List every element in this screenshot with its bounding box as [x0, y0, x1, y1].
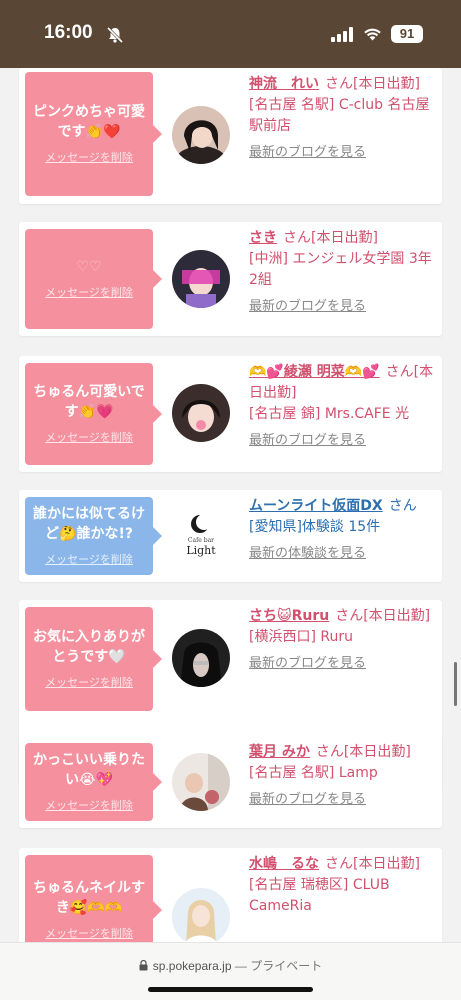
browser-bottom-bar: sp.pokepara.jp — プライベート [0, 942, 461, 1000]
status-time: 16:00 [44, 22, 93, 43]
message-text: ♡♡ [76, 258, 102, 275]
home-indicator [148, 987, 313, 992]
avatar[interactable] [172, 106, 230, 164]
message-bubble: ちゅるん可愛いです👏💗 メッセージを削除 [25, 363, 162, 465]
scrollbar[interactable] [454, 662, 457, 706]
avatar[interactable] [172, 888, 230, 946]
list-item: ちゅるん可愛いです👏💗 メッセージを削除 🫶💕綾瀬 明菜🫶💕 さん[本日出勤] [… [19, 356, 442, 472]
delete-message-link[interactable]: メッセージを削除 [45, 552, 133, 568]
latest-review-link[interactable]: 最新の体験談を見る [249, 544, 435, 564]
avatar[interactable] [172, 384, 230, 442]
avatar[interactable]: Cafe bar Light [172, 506, 230, 564]
shop-location: [中洲] エンジェル女学園 3年2組 [249, 251, 432, 288]
message-text: ちゅるん可愛いです👏💗 [33, 383, 145, 421]
latest-blog-link[interactable]: 最新のブログを見る [249, 654, 435, 674]
bell-muted-icon [106, 26, 124, 44]
avatar[interactable] [172, 629, 230, 687]
status-bar: 16:00 91 [0, 0, 461, 68]
delete-message-link[interactable]: メッセージを削除 [45, 150, 133, 166]
latest-blog-link[interactable]: 最新のブログを見る [249, 790, 435, 810]
girl-name-link[interactable]: 神流 れい [249, 76, 319, 92]
message-text: 誰かには似てるけど🤔誰かな!? [33, 505, 145, 543]
message-text: ピンクめちゃ可愛です👏❤️ [33, 103, 145, 141]
list-item: ♡♡ メッセージを削除 さき さん[本日出勤] [中洲] エンジェル女学園 3年2… [19, 222, 442, 336]
delete-message-link[interactable]: メッセージを削除 [45, 675, 133, 691]
girl-info: 神流 れい さん[本日出勤] [名古屋 名駅] C-club 名古屋駅前店 最新の… [249, 74, 435, 163]
latest-blog-link[interactable]: 最新のブログを見る [249, 143, 435, 163]
wifi-icon [364, 28, 381, 41]
user-name-link[interactable]: ムーンライト仮面DX [249, 498, 383, 514]
latest-blog-link[interactable]: 最新のブログを見る [249, 297, 435, 317]
shop-location: [名古屋 錦] Mrs.CAFE 光 [249, 406, 410, 422]
shop-location: [名古屋 瑞穂区] CLUB CameRia [249, 877, 390, 914]
avatar-logo-text: Light [186, 544, 216, 557]
private-mode-label: — プライベート [234, 959, 323, 973]
message-bubble: お気に入りありがとうです🤍 メッセージを削除 [25, 607, 162, 711]
list-item: ピンクめちゃ可愛です👏❤️ メッセージを削除 神流 れい さん[本日出勤] [名古… [19, 68, 442, 204]
signal-icon [331, 27, 353, 42]
status-text: さん[本日出勤] [325, 76, 420, 92]
delete-message-link[interactable]: メッセージを削除 [45, 926, 133, 942]
delete-message-link[interactable]: メッセージを削除 [45, 285, 133, 301]
list-item: 誰かには似てるけど🤔誰かな!? メッセージを削除 Cafe bar Light … [19, 490, 442, 582]
shop-location: [名古屋 名駅] C-club 名古屋駅前店 [249, 97, 430, 134]
shop-location: [横浜西口] Ruru [249, 629, 353, 645]
message-bubble: かっこいい乗りたい😭💖 メッセージを削除 [25, 743, 162, 821]
girl-name-link[interactable]: さち😺Ruru [249, 608, 329, 624]
message-text: ちゅるんネイルすき🥰🫶🫶 [33, 879, 145, 917]
girl-info: 🫶💕綾瀬 明菜🫶💕 さん[本日出勤] [名古屋 錦] Mrs.CAFE 光 最新の… [249, 362, 435, 451]
delete-message-link[interactable]: メッセージを削除 [45, 430, 133, 446]
girl-name-link[interactable]: 🫶💕綾瀬 明菜🫶💕 [249, 364, 380, 380]
message-text: かっこいい乗りたい😭💖 [33, 751, 145, 789]
review-count: [愛知県]体験談 15件 [249, 519, 381, 535]
girl-info: 水嶋 るな さん[本日出勤] [名古屋 瑞穂区] CLUB CameRia [249, 854, 435, 917]
message-text: お気に入りありがとうです🤍 [33, 628, 145, 666]
avatar-small-text: Cafe bar [187, 537, 215, 544]
status-text: さん[本日出勤] [315, 744, 411, 760]
delete-message-link[interactable]: メッセージを削除 [45, 798, 133, 814]
shop-location: [名古屋 名駅] Lamp [249, 765, 378, 781]
url-bar[interactable]: sp.pokepara.jp — プライベート [0, 957, 461, 974]
girl-name-link[interactable]: さき [249, 230, 277, 246]
girl-name-link[interactable]: 葉月 みか [249, 744, 310, 760]
lock-icon [139, 960, 148, 971]
girl-info: さち😺Ruru さん[本日出勤] [横浜西口] Ruru 最新のブログを見る [249, 606, 435, 674]
status-text: さん[本日出勤] [335, 608, 431, 624]
battery-indicator: 91 [391, 25, 423, 43]
latest-blog-link[interactable]: 最新のブログを見る [249, 431, 435, 451]
avatar[interactable] [172, 753, 230, 811]
message-bubble: ピンクめちゃ可愛です👏❤️ メッセージを削除 [25, 72, 162, 196]
girl-info: さき さん[本日出勤] [中洲] エンジェル女学園 3年2組 最新のブログを見る [249, 228, 435, 317]
list-item: かっこいい乗りたい😭💖 メッセージを削除 葉月 みか さん[本日出勤] [名古屋 … [19, 736, 442, 828]
status-text: さん[本日出勤] [283, 230, 378, 246]
avatar[interactable] [172, 250, 230, 308]
message-bubble: 誰かには似てるけど🤔誰かな!? メッセージを削除 [25, 497, 162, 575]
status-text: さん[本日出勤] [325, 856, 420, 872]
url-text: sp.pokepara.jp [152, 959, 232, 973]
status-text: さん [388, 498, 417, 514]
girl-name-link[interactable]: 水嶋 るな [249, 856, 319, 872]
girl-info: 葉月 みか さん[本日出勤] [名古屋 名駅] Lamp 最新のブログを見る [249, 742, 435, 810]
user-info: ムーンライト仮面DX さん [愛知県]体験談 15件 最新の体験談を見る [249, 496, 435, 564]
message-bubble: ♡♡ メッセージを削除 [25, 229, 162, 329]
